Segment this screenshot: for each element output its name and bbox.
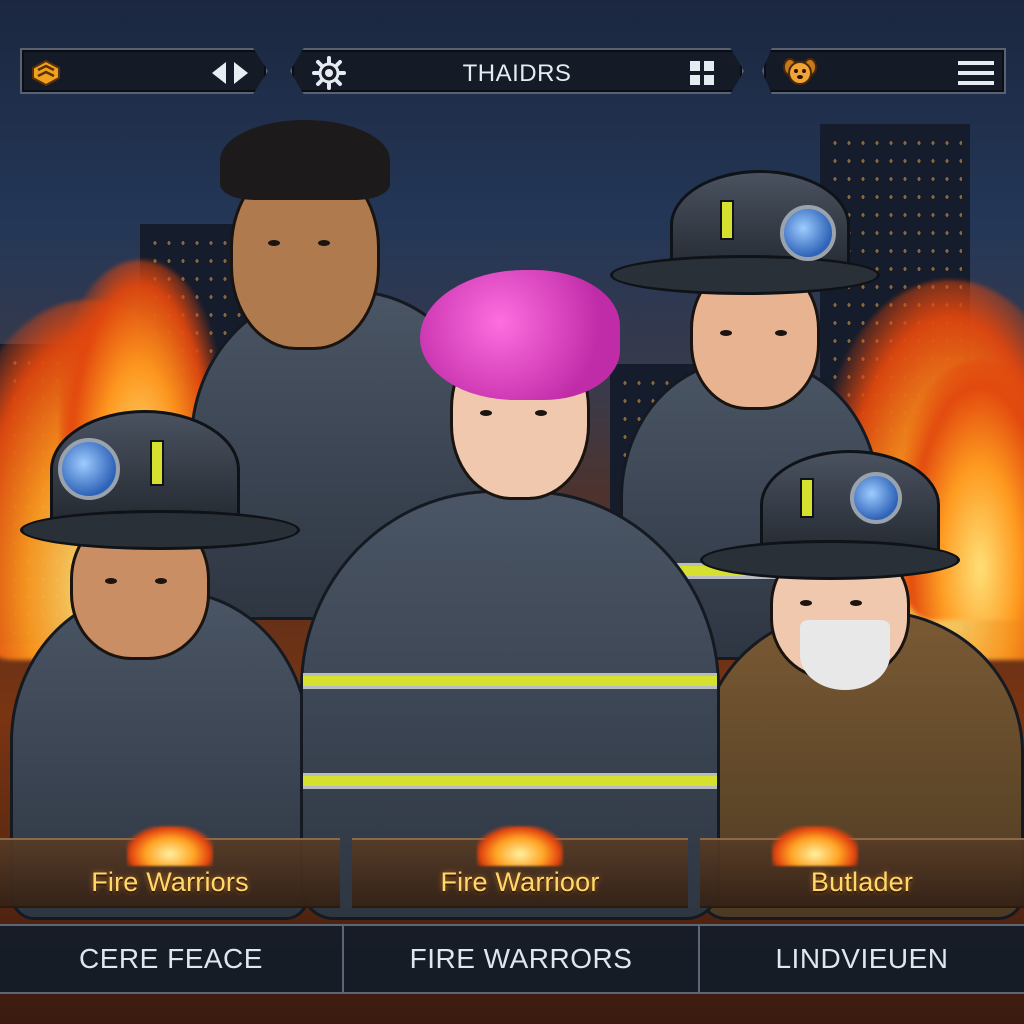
name-plate-label: Fire Warriors: [91, 867, 249, 897]
character-eye: [155, 578, 167, 584]
tab-cere-feace[interactable]: CERE FEACE: [0, 926, 342, 992]
name-plate-left[interactable]: Fire Warriors: [0, 826, 340, 908]
top-center-panel: THAIDRS: [290, 48, 744, 94]
dog-mascot-icon[interactable]: [782, 58, 818, 87]
character-hair: [420, 270, 620, 400]
hamburger-menu-icon[interactable]: [956, 59, 996, 87]
helmet-lamp-icon: [780, 205, 836, 261]
helmet-lamp-icon: [58, 438, 120, 500]
name-plate-label: Fire Warrioor: [440, 867, 600, 897]
character-eye: [850, 600, 862, 606]
reflective-stripe: [303, 773, 717, 789]
flame-icon: [477, 826, 563, 866]
top-left-panel: [20, 48, 268, 94]
helmet-stripe: [720, 200, 734, 240]
character-left-firefighter[interactable]: [10, 400, 310, 920]
character-eye: [105, 578, 117, 584]
helmet-brim: [20, 510, 300, 550]
screen-title: THAIDRS: [462, 60, 572, 87]
tab-fire-warrors[interactable]: FIRE WARRORS: [342, 926, 698, 992]
flame-icon: [127, 826, 213, 866]
top-right-panel: [762, 48, 1006, 94]
reflective-stripe: [303, 673, 717, 689]
helmet-stripe: [800, 478, 814, 518]
character-pink-haired-firefighter[interactable]: [280, 260, 740, 920]
grid-icon[interactable]: [688, 59, 716, 87]
character-beard: [800, 620, 890, 690]
name-plate-center[interactable]: Fire Warrioor: [352, 826, 688, 908]
flame-icon: [772, 826, 858, 866]
character-eye: [800, 600, 812, 606]
helmet-stripe: [150, 440, 164, 486]
character-eye: [268, 240, 280, 246]
bottom-tab-bar: CERE FEACE FIRE WARRORS LINDVIEUEN: [0, 924, 1024, 994]
character-eye: [535, 410, 547, 416]
character-eye: [775, 330, 787, 336]
tab-lindvieuen[interactable]: LINDVIEUEN: [698, 926, 1024, 992]
prev-next-arrows-icon[interactable]: [208, 59, 252, 87]
fire-badge-icon[interactable]: [32, 59, 60, 87]
character-hair: [220, 120, 390, 200]
character-eye: [318, 240, 330, 246]
name-plate-right[interactable]: Butlader: [700, 826, 1024, 908]
name-plate-label: Butlader: [810, 867, 914, 897]
helmet-lamp-icon: [850, 472, 902, 524]
character-eye: [480, 410, 492, 416]
